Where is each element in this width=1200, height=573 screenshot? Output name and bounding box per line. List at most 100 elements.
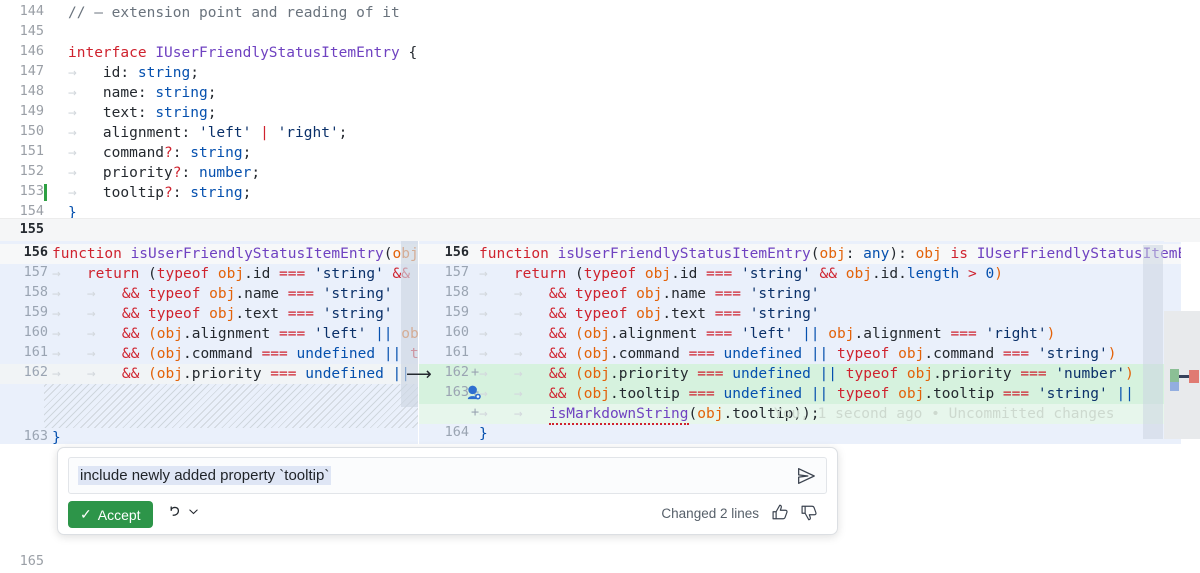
code-text: → → && typeof obj.text === 'string'	[52, 304, 393, 324]
code-token: obj	[209, 306, 235, 322]
code-token	[393, 326, 402, 342]
editor-line[interactable]: 152→ priority?: number;	[0, 163, 1200, 183]
code-token: → →	[479, 326, 549, 342]
diff-navigate-arrow-icon[interactable]: ⟶	[406, 364, 432, 385]
code-token: 'number'	[1055, 366, 1125, 382]
code-token: is	[951, 246, 968, 262]
code-token: typeof	[837, 386, 889, 402]
code-token	[314, 306, 323, 322]
code-text: → tooltip?: string;	[68, 183, 251, 203]
code-token: ?	[164, 145, 173, 161]
diff-line[interactable]: 164}	[419, 424, 1181, 444]
code-token: &&	[549, 306, 566, 322]
code-token: ===	[279, 326, 305, 342]
line-number: 159	[4, 304, 48, 320]
inline-diff-region: 156function isUserFriendlyStatusItemEntr…	[0, 241, 1200, 444]
code-token: obj	[584, 346, 610, 362]
thumbs-down-icon[interactable]	[800, 503, 819, 522]
editor-line[interactable]: 144// — extension point and reading of i…	[0, 3, 1200, 23]
diff-line[interactable]: 160→ → && (obj.alignment === 'left' || o…	[419, 324, 1181, 344]
code-token: &&	[820, 266, 837, 282]
editor-vertical-scrollbar[interactable]	[1143, 245, 1163, 439]
inline-blame-annotation: You, 1 second ago • Uncommitted changes	[774, 404, 1114, 424]
editor-line[interactable]: 151→ command?: string;	[0, 143, 1200, 163]
diff-line[interactable]: 163+→ → && (obj.tooltip === undefined ||…	[419, 384, 1181, 404]
code-token: → →	[479, 346, 549, 362]
send-icon[interactable]	[795, 465, 817, 487]
prompt-input-value[interactable]: include newly added property `tooltip`	[78, 466, 331, 485]
editor-line[interactable]: 153→ tooltip?: string;	[0, 183, 1200, 203]
code-token: ;	[208, 85, 217, 101]
code-token	[732, 266, 741, 282]
editor-line[interactable]: 150→ alignment: 'left' | 'right';	[0, 123, 1200, 143]
code-editor: 144// — extension point and reading of i…	[0, 0, 1200, 569]
current-line-155[interactable]: 155	[0, 218, 1200, 241]
code-token: command	[103, 145, 164, 161]
code-token	[811, 266, 820, 282]
diff-line[interactable]: 159→ → && typeof obj.text === 'string'	[0, 304, 419, 324]
code-token: .text	[235, 306, 287, 322]
code-token: :	[182, 165, 199, 181]
editor-line[interactable]: 149→ text: string;	[0, 103, 1200, 123]
line-number: 152	[0, 163, 44, 179]
diff-line[interactable]: 158→ → && typeof obj.name === 'string'	[419, 284, 1181, 304]
editor-line[interactable]: 147→ id: string;	[0, 63, 1200, 83]
code-token	[200, 306, 209, 322]
code-text: → → && (obj.alignment === 'left' || obj.…	[52, 324, 419, 344]
code-token: )	[1125, 366, 1134, 382]
diff-line[interactable]: 156function isUserFriendlyStatusItemEntr…	[0, 244, 419, 264]
diff-pane-original[interactable]: 156function isUserFriendlyStatusItemEntr…	[0, 241, 419, 444]
editor-line-165[interactable]: 165	[0, 553, 1200, 573]
code-token	[837, 366, 846, 382]
diff-line[interactable]: 159→ → && typeof obj.text === 'string'	[419, 304, 1181, 324]
undo-button[interactable]	[167, 503, 199, 519]
line-number: 162	[4, 364, 48, 380]
accept-button-label: Accept	[98, 507, 141, 523]
diff-line[interactable]: 162→ → && (obj.priority === undefined ||…	[0, 364, 419, 384]
code-token	[566, 306, 575, 322]
code-token: any	[863, 246, 889, 262]
diff-line[interactable]: 162+→ → && (obj.priority === undefined |…	[419, 364, 1181, 384]
code-token	[715, 346, 724, 362]
code-token: obj	[697, 406, 723, 422]
chevron-down-icon[interactable]	[188, 506, 199, 517]
line-number: 161	[4, 344, 48, 360]
diff-removed-placeholder	[44, 384, 419, 428]
diff-line[interactable]: 156function isUserFriendlyStatusItemEntr…	[419, 244, 1181, 264]
code-token: obj	[645, 266, 671, 282]
code-token: obj	[828, 326, 854, 342]
diff-line[interactable]: 157→ return (typeof obj.id === 'string' …	[419, 264, 1181, 284]
diff-line[interactable]: 157→ return (typeof obj.id === 'string' …	[0, 264, 419, 284]
code-token: →	[52, 266, 87, 282]
editor-line[interactable]: 145	[0, 23, 1200, 43]
code-token: .priority	[610, 366, 697, 382]
diff-pane-modified[interactable]: 156function isUserFriendlyStatusItemEntr…	[419, 241, 1181, 444]
code-token: function	[479, 246, 549, 262]
diff-line[interactable]	[0, 384, 419, 428]
diff-line[interactable]: 163}	[0, 428, 419, 444]
code-token: isMarkdownString	[549, 406, 689, 425]
code-token: 'string'	[1038, 346, 1108, 362]
code-token: ;	[190, 65, 199, 81]
code-token: .alignment	[610, 326, 706, 342]
collaborator-avatar-icon	[466, 385, 482, 400]
line-number: 150	[0, 123, 44, 139]
diff-line[interactable]: 160→ → && (obj.alignment === 'left' || o…	[0, 324, 419, 344]
code-token: string	[138, 65, 190, 81]
prompt-input-container[interactable]: include newly added property `tooltip`	[68, 457, 827, 494]
editor-line[interactable]: 148→ name: string;	[0, 83, 1200, 103]
code-token: ===	[270, 366, 296, 382]
code-text: → text: string;	[68, 103, 216, 123]
code-token: ;	[243, 145, 252, 161]
diff-line[interactable]: 158→ → && typeof obj.name === 'string'	[0, 284, 419, 304]
diff-line[interactable]: +→ → isMarkdownString(obj.tooltip));You,…	[419, 404, 1181, 424]
diff-line[interactable]: 161→ → && (obj.command === undefined || …	[0, 344, 419, 364]
diff-line[interactable]: 161→ → && (obj.command === undefined || …	[419, 344, 1181, 364]
accept-button[interactable]: ✓ Accept	[68, 501, 153, 528]
editor-line[interactable]: 146interface IUserFriendlyStatusItemEntr…	[0, 43, 1200, 63]
overview-marker-deleted	[1189, 370, 1199, 383]
thumbs-up-icon[interactable]	[771, 503, 790, 522]
code-token: //	[68, 5, 94, 21]
code-token: .tooltip	[610, 386, 689, 402]
code-token: (	[566, 326, 583, 342]
